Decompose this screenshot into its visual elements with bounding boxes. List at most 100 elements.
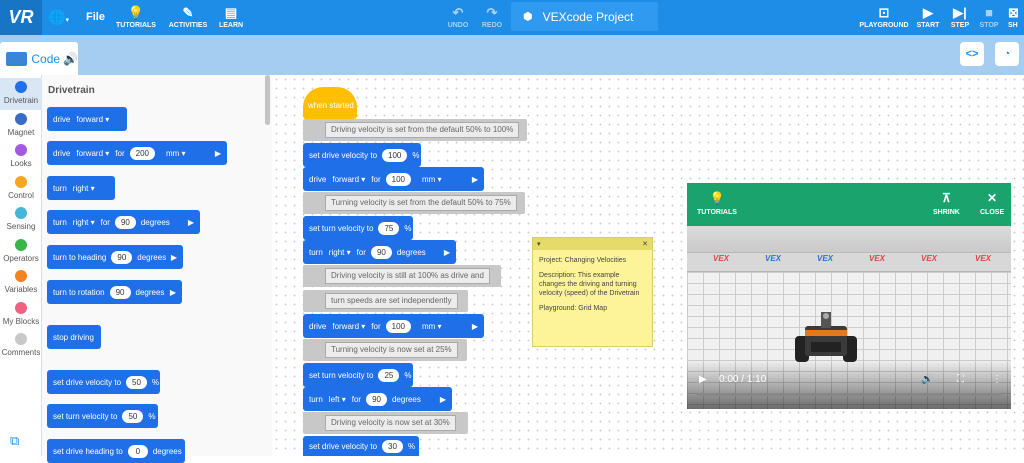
comment-block[interactable]: turn speeds are set independently <box>303 290 468 312</box>
turn-for-block[interactable]: turn right ▾ for 90 degrees ▶ <box>303 240 456 264</box>
when-started-block[interactable]: when started <box>303 87 357 119</box>
wall-logo: VEX <box>869 254 886 263</box>
velocity-input[interactable]: 50 <box>126 375 147 389</box>
play-icon[interactable]: ▶ <box>699 374 707 385</box>
comment-block[interactable]: Driving velocity is set from the default… <box>303 119 527 141</box>
drive-for-block[interactable]: drive forward ▾ for 100 mm ▾ ▶ <box>303 167 484 191</box>
dashboard-button[interactable]: ◔ <box>995 42 1019 66</box>
note-header[interactable]: ▾ ✕ <box>533 238 652 250</box>
drive-for-block[interactable]: drive forward ▾ for 100 mm ▾ ▶ <box>303 314 484 338</box>
run-block-icon[interactable]: ▶ <box>188 218 194 227</box>
run-block-icon[interactable]: ▶ <box>171 253 177 262</box>
playground-tutorials-button[interactable]: 💡 TUTORIALS <box>697 191 737 216</box>
unit-dropdown[interactable]: mm ▾ <box>422 322 442 331</box>
undo-button[interactable]: ↶ UNDO <box>444 0 472 35</box>
extensions-icon[interactable]: ⧉ <box>10 433 19 449</box>
volume-icon[interactable]: 🔊 <box>921 374 933 385</box>
angle-input[interactable]: 90 <box>366 392 387 406</box>
palette-turn-to-rotation-block[interactable]: turn to rotation 90 degrees ▶ <box>47 280 182 304</box>
turn-for-block[interactable]: turn left ▾ for 90 degrees ▶ <box>303 387 452 411</box>
direction-dropdown[interactable]: forward ▾ <box>76 115 109 124</box>
category-magnet[interactable]: Magnet <box>0 110 42 142</box>
direction-dropdown[interactable]: forward ▾ <box>76 149 109 158</box>
angle-input[interactable]: 90 <box>114 215 136 229</box>
rotation-input[interactable]: 90 <box>109 285 131 299</box>
distance-input[interactable]: 100 <box>385 172 411 186</box>
close-icon[interactable]: ✕ <box>642 240 648 248</box>
category-drivetrain[interactable]: Drivetrain <box>0 78 42 110</box>
playground-shrink-button[interactable]: ⊼ SHRINK <box>933 191 960 216</box>
palette-turn-block[interactable]: turn right ▾ <box>47 176 115 200</box>
heading-input[interactable]: 90 <box>111 250 133 264</box>
start-button[interactable]: ▶ START <box>914 0 942 35</box>
run-block-icon[interactable]: ▶ <box>472 175 478 184</box>
palette-turn-for-block[interactable]: turn right ▾ for 90 degrees ▶ <box>47 210 200 234</box>
palette-drive-for-block[interactable]: drive forward ▾ for 200 mm ▾ ▶ <box>47 141 227 165</box>
video-progress-bar[interactable] <box>697 393 1001 396</box>
set-drive-velocity-block[interactable]: set drive velocity to 30% <box>303 436 419 456</box>
comment-block[interactable]: Turning velocity is now set at 25% <box>303 339 467 361</box>
run-block-icon[interactable]: ▶ <box>215 149 221 158</box>
category-variables[interactable]: Variables <box>0 267 42 299</box>
category-looks[interactable]: Looks <box>0 141 42 173</box>
unit-dropdown[interactable]: mm ▾ <box>422 175 442 184</box>
category-sensing[interactable]: Sensing <box>0 204 42 236</box>
velocity-input[interactable]: 100 <box>382 148 408 162</box>
direction-dropdown[interactable]: forward ▾ <box>332 175 365 184</box>
set-drive-velocity-block[interactable]: set drive velocity to 100% <box>303 143 421 167</box>
distance-input[interactable]: 100 <box>385 319 411 333</box>
playground-button[interactable]: ⊡ PLAYGROUND <box>858 0 910 35</box>
shrink-button[interactable]: ⊠ SH <box>1008 0 1024 35</box>
activities-button[interactable]: ✎ ACTIVITIES <box>166 0 210 35</box>
category-comments[interactable]: Comments <box>0 330 42 362</box>
direction-dropdown[interactable]: right ▾ <box>73 184 95 193</box>
direction-dropdown[interactable]: forward ▾ <box>332 322 365 331</box>
run-block-icon[interactable]: ▶ <box>444 248 450 257</box>
category-operators[interactable]: Operators <box>0 236 42 268</box>
tutorials-button[interactable]: 💡 TUTORIALS <box>115 0 157 35</box>
set-turn-velocity-block[interactable]: set turn velocity to 75% <box>303 216 413 240</box>
step-button[interactable]: ▶| STEP <box>947 0 973 35</box>
language-globe-icon[interactable]: 🌐▾ <box>48 9 69 26</box>
code-viewer-button[interactable]: <> <box>960 42 984 66</box>
playground-close-button[interactable]: ✕ CLOSE <box>980 191 1004 216</box>
velocity-input[interactable]: 25 <box>378 368 400 382</box>
direction-dropdown[interactable]: right ▾ <box>329 248 351 257</box>
palette-stop-driving-block[interactable]: stop driving <box>47 325 101 349</box>
comment-block[interactable]: Turning velocity is set from the default… <box>303 192 525 214</box>
palette-set-drive-heading-block[interactable]: set drive heading to 0 degrees <box>47 439 185 463</box>
direction-dropdown[interactable]: left ▾ <box>329 395 346 404</box>
category-dot <box>15 302 27 314</box>
set-turn-velocity-block[interactable]: set turn velocity to 25% <box>303 363 413 387</box>
learn-button[interactable]: ▤ LEARN <box>216 0 246 35</box>
code-tab[interactable]: Code 🔊 <box>0 42 78 75</box>
palette-drive-block[interactable]: drive forward ▾ <box>47 107 127 131</box>
palette-turn-to-heading-block[interactable]: turn to heading 90 degrees ▶ <box>47 245 183 269</box>
run-block-icon[interactable]: ▶ <box>170 288 176 297</box>
palette-set-turn-velocity-block[interactable]: set turn velocity to 50% <box>47 404 158 428</box>
stop-button[interactable]: ■ STOP <box>977 0 1001 35</box>
collapse-icon[interactable]: ▾ <box>537 240 541 248</box>
category-control[interactable]: Control <box>0 173 42 205</box>
redo-button[interactable]: ↷ REDO <box>478 0 506 35</box>
palette-set-drive-velocity-block[interactable]: set drive velocity to 50% <box>47 370 160 394</box>
speaker-icon[interactable]: 🔊 <box>63 52 78 66</box>
velocity-input[interactable]: 75 <box>378 221 400 235</box>
palette-scrollbar[interactable] <box>265 75 270 125</box>
more-options-icon[interactable]: ⋮ <box>992 374 1002 385</box>
direction-dropdown[interactable]: right ▾ <box>73 218 95 227</box>
unit-dropdown[interactable]: mm ▾ <box>166 149 186 158</box>
fullscreen-icon[interactable]: ⛶ <box>957 374 964 385</box>
project-note[interactable]: ▾ ✕ Project: Changing Velocities Descript… <box>532 237 653 347</box>
distance-input[interactable]: 200 <box>129 146 155 160</box>
comment-block[interactable]: Driving velocity is now set at 30% <box>303 412 468 434</box>
comment-block[interactable]: Driving velocity is still at 100% as dri… <box>303 265 501 287</box>
velocity-input[interactable]: 30 <box>382 439 403 453</box>
run-block-icon[interactable]: ▶ <box>472 322 478 331</box>
velocity-input[interactable]: 50 <box>122 409 144 423</box>
angle-input[interactable]: 90 <box>370 245 392 259</box>
project-name-field[interactable]: ⬢ VEXcode Project <box>511 2 658 31</box>
run-block-icon[interactable]: ▶ <box>440 395 446 404</box>
file-menu[interactable]: File <box>86 11 105 23</box>
category-my-blocks[interactable]: My Blocks <box>0 299 42 331</box>
